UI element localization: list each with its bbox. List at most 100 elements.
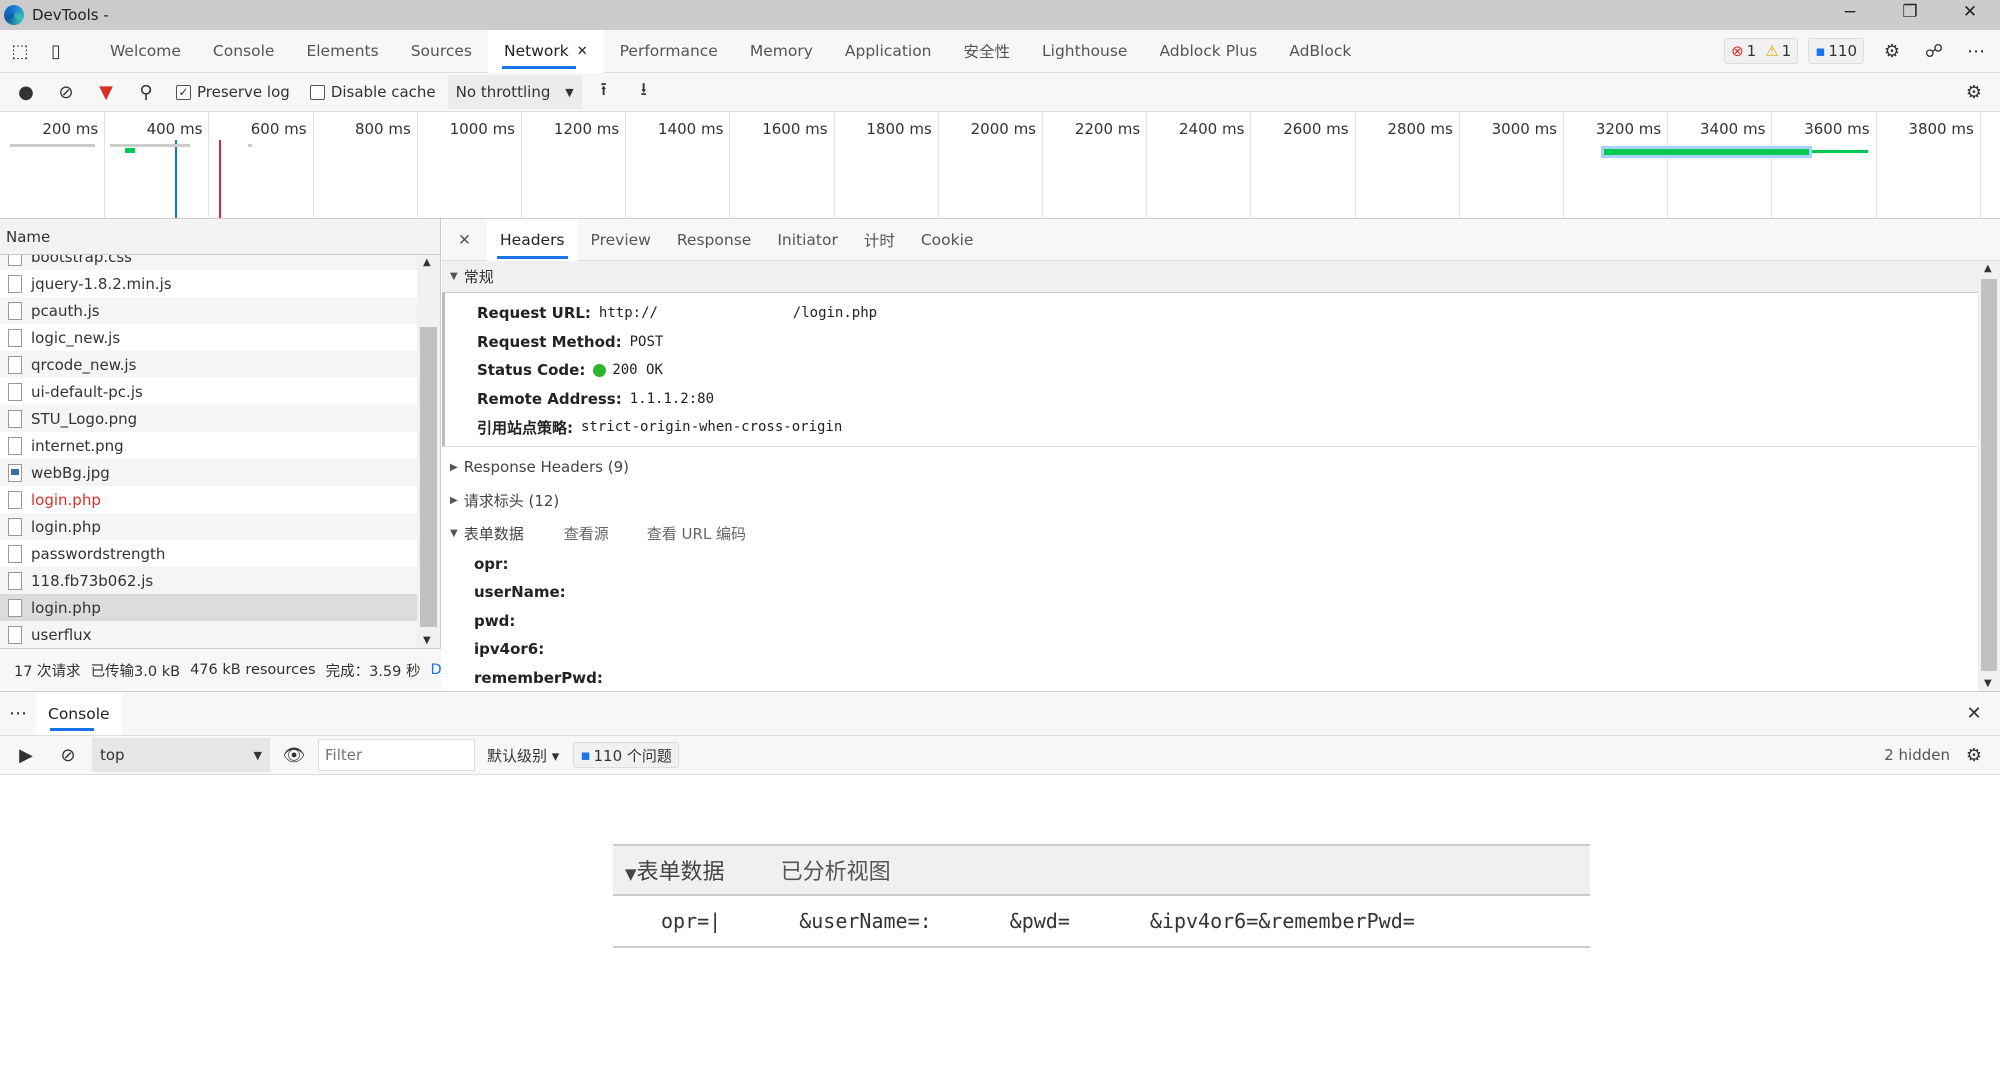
scrollbar-thumb[interactable] — [420, 327, 437, 627]
view-url-encoded-link[interactable]: 查看 URL 编码 — [647, 523, 746, 544]
filter-icon[interactable]: ▼ — [88, 74, 124, 110]
device-toolbar-icon[interactable]: ▯ — [38, 33, 74, 69]
details-tab-0[interactable]: Headers — [487, 218, 578, 261]
tab-performance[interactable]: Performance — [604, 30, 734, 73]
request-row[interactable]: login.php — [0, 486, 417, 513]
request-row[interactable]: logic_new.js — [0, 324, 417, 351]
tab-application[interactable]: Application — [829, 30, 948, 73]
status-ok-dot-icon — [593, 363, 607, 377]
scroll-down-icon[interactable]: ▼ — [1984, 678, 1992, 689]
scrollbar-thumb[interactable] — [1981, 279, 1997, 671]
feedback-icon[interactable]: ☍ — [1916, 33, 1952, 69]
error-warning-badge[interactable]: ⊗ 1 ⚠ 1 — [1724, 38, 1799, 64]
inspect-element-icon[interactable]: ⬚ — [2, 33, 38, 69]
form-data-section-header[interactable]: ▼ 表单数据 查看源 查看 URL 编码 — [442, 517, 2000, 550]
minimize-button[interactable]: − — [1830, 2, 1870, 28]
request-name: logic_new.js — [31, 328, 121, 347]
search-icon[interactable]: ⚲ — [128, 74, 164, 110]
request-row[interactable]: 118.fb73b062.js — [0, 567, 417, 594]
scroll-up-icon[interactable]: ▲ — [423, 257, 431, 268]
tab-welcome[interactable]: Welcome — [94, 30, 197, 73]
restore-button[interactable]: ❐ — [1890, 2, 1930, 28]
export-har-icon[interactable]: ⭳ — [626, 74, 662, 110]
file-icon — [8, 544, 22, 563]
console-filter-input[interactable] — [318, 739, 475, 771]
context-select[interactable]: top ▼ — [92, 738, 270, 772]
request-row[interactable]: bootstrap.css — [0, 255, 417, 270]
request-row[interactable]: ui-default-pc.js — [0, 378, 417, 405]
general-field: Request URL: http:// /login.php — [445, 299, 2000, 328]
network-overview-timeline[interactable]: 200 ms 400 ms 600 ms 800 ms 1000 ms 1200 ms 14… — [0, 112, 2000, 219]
file-icon — [8, 517, 22, 536]
request-row[interactable]: pcauth.js — [0, 297, 417, 324]
import-har-icon[interactable]: ⭱ — [586, 74, 622, 110]
clear-icon[interactable]: ⊘ — [48, 74, 84, 110]
tab-lighthouse[interactable]: Lighthouse — [1026, 30, 1143, 73]
log-level-select[interactable]: 默认级别 ▾ — [487, 745, 559, 766]
timeline-tick-label: 3800 ms — [1908, 120, 1974, 138]
preserve-log-checkbox[interactable]: ✓ Preserve log — [176, 83, 290, 101]
checkbox-unchecked-icon — [309, 84, 325, 100]
parsed-view-link[interactable]: 已分析视图 — [781, 854, 891, 886]
details-tab-1[interactable]: Preview — [578, 219, 664, 261]
request-row[interactable]: login.php — [0, 594, 417, 621]
tab-adblock-plus[interactable]: Adblock Plus — [1143, 30, 1273, 73]
drawer-more-icon[interactable]: ⋯ — [0, 696, 36, 732]
tab-安全性[interactable]: 安全性 — [948, 30, 1027, 73]
record-icon[interactable]: ● — [8, 74, 44, 110]
tab-memory[interactable]: Memory — [734, 30, 829, 73]
timeline-tick-label: 2000 ms — [970, 120, 1036, 138]
request-row[interactable]: jquery-1.8.2.min.js — [0, 270, 417, 297]
issues-badge[interactable]: ▪ 110 — [1808, 38, 1864, 64]
close-window-button[interactable]: ✕ — [1950, 2, 1990, 28]
general-section-header[interactable]: ▼ 常规 — [442, 261, 2000, 293]
request-row[interactable]: login.php — [0, 513, 417, 540]
close-details-icon[interactable]: ✕ — [442, 219, 487, 261]
request-name: 118.fb73b062.js — [31, 571, 154, 590]
more-options-icon[interactable]: ⋯ — [1958, 33, 1994, 69]
general-section: Request URL: http:// /login.php Request Me… — [442, 293, 2000, 447]
console-settings-gear-icon[interactable]: ⚙ — [1956, 737, 1992, 773]
zoomed-form-data-view: ▼表单数据 已分析视图 opr=| &userName=: &pwd= &ipv4or… — [613, 844, 1590, 950]
sidebar-toggle-icon[interactable]: ▶ — [8, 737, 44, 773]
form-data-part: opr=| — [661, 909, 722, 933]
details-tab-2[interactable]: Response — [664, 219, 764, 261]
close-tab-icon[interactable]: ✕ — [577, 44, 588, 59]
request-headers-section[interactable]: ▶ 请求标头 (12) — [442, 484, 2000, 517]
request-row[interactable]: STU_Logo.png — [0, 405, 417, 432]
request-row[interactable]: internet.png — [0, 432, 417, 459]
tab-console[interactable]: Console — [197, 30, 291, 73]
clear-console-icon[interactable]: ⊘ — [50, 737, 86, 773]
response-headers-section[interactable]: ▶ Response Headers (9) — [442, 451, 2000, 484]
tab-network[interactable]: Network ✕ — [488, 29, 604, 73]
close-drawer-icon[interactable]: ✕ — [1956, 696, 1992, 732]
tab-elements[interactable]: Elements — [290, 30, 394, 73]
network-settings-gear-icon[interactable]: ⚙ — [1956, 74, 1992, 110]
details-tab-5[interactable]: Cookie — [908, 219, 987, 261]
disable-cache-checkbox[interactable]: Disable cache — [309, 83, 436, 101]
name-column-header[interactable]: Name — [0, 219, 440, 255]
request-row[interactable]: passwordstrength — [0, 540, 417, 567]
message-icon: ▪ — [1815, 42, 1826, 60]
throttling-select[interactable]: No throttling ▼ — [447, 75, 582, 109]
settings-gear-icon[interactable]: ⚙ — [1874, 33, 1910, 69]
scroll-down-icon[interactable]: ▼ — [423, 635, 431, 646]
timeline-tick-label: 1800 ms — [866, 120, 932, 138]
details-tab-3[interactable]: Initiator — [764, 219, 851, 261]
scroll-up-icon[interactable]: ▲ — [1984, 263, 1992, 274]
drawer-tab-console[interactable]: Console — [36, 692, 122, 735]
console-issues-badge[interactable]: ▪ 110 个问题 — [573, 742, 679, 768]
request-row[interactable]: webBg.jpg — [0, 459, 417, 486]
zoomed-form-data-title[interactable]: ▼表单数据 — [625, 854, 725, 886]
request-list-scrollbar[interactable]: ▲ ▼ — [417, 255, 440, 648]
field-key: 引用站点策略: — [477, 418, 573, 437]
request-row[interactable]: userflux — [0, 621, 417, 648]
timeline-request-bar — [10, 144, 95, 147]
request-row[interactable]: qrcode_new.js — [0, 351, 417, 378]
tab-sources[interactable]: Sources — [395, 30, 488, 73]
view-source-link[interactable]: 查看源 — [564, 523, 609, 544]
details-tab-4[interactable]: 计时 — [851, 219, 908, 261]
tab-adblock[interactable]: AdBlock — [1273, 30, 1367, 73]
details-scrollbar[interactable]: ▲ ▼ — [1978, 261, 2000, 691]
live-expression-eye-icon[interactable]: 👁 — [276, 737, 312, 773]
